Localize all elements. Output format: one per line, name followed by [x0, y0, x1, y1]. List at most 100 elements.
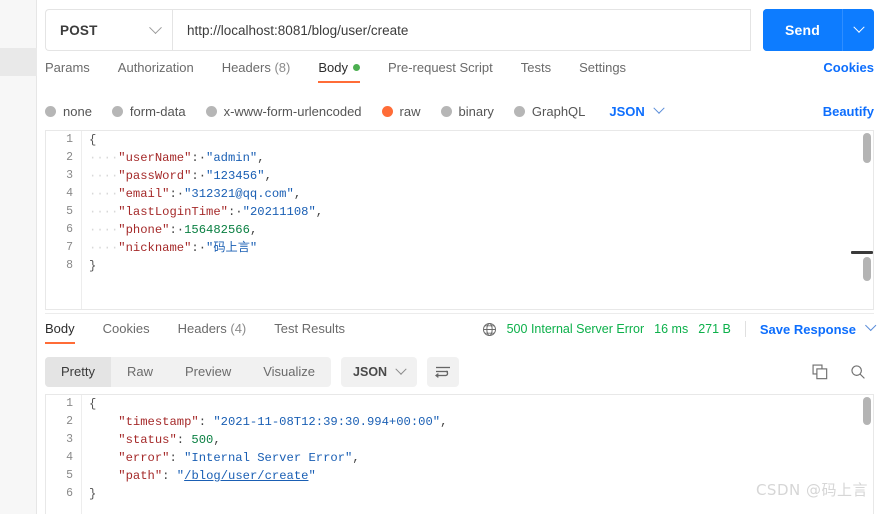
- radio-icon: [45, 105, 56, 117]
- response-code-token: [89, 469, 118, 483]
- response-editor-scroll-thumb[interactable]: [863, 397, 871, 425]
- response-code-token: "timestamp": [118, 415, 199, 429]
- response-status: 500 Internal Server Error: [506, 322, 645, 336]
- url-bar: POST http://localhost:8081/blog/user/cre…: [45, 8, 874, 52]
- response-line-number: 6: [66, 487, 73, 500]
- body-type-label: x-www-form-urlencoded: [223, 103, 362, 119]
- request-tab-tests[interactable]: Tests: [521, 60, 551, 83]
- search-icon[interactable]: [850, 364, 866, 380]
- request-tab-params[interactable]: Params: [45, 60, 90, 83]
- copy-icon[interactable]: [812, 364, 828, 380]
- body-modified-dot-icon: [352, 64, 360, 71]
- raw-format-select[interactable]: JSON: [609, 102, 665, 119]
- request-tab-headers-8[interactable]: Headers (8): [222, 60, 291, 83]
- request-tab-pre-request-script[interactable]: Pre-request Script: [388, 60, 493, 83]
- response-tabs: Body Cookies Headers (4) Test Results 500 In…: [45, 319, 877, 349]
- body-type-label: GraphQL: [531, 103, 586, 119]
- response-tab-headers-4[interactable]: Headers (4): [178, 321, 247, 344]
- response-tab-body[interactable]: Body: [45, 321, 75, 344]
- request-tab-authorization[interactable]: Authorization: [118, 60, 194, 83]
- request-code-token: "20211108": [242, 205, 316, 219]
- url-input[interactable]: http://localhost:8081/blog/user/create: [172, 9, 751, 51]
- request-code-token: ····: [89, 151, 119, 165]
- body-type-label: none: [63, 103, 92, 119]
- chevron-down-icon[interactable]: [865, 319, 877, 332]
- response-code-token: "error": [118, 451, 170, 465]
- body-type-none[interactable]: none: [45, 104, 92, 119]
- request-code-token: "userName": [118, 151, 192, 165]
- response-code-token: [89, 451, 118, 465]
- request-tab-settings[interactable]: Settings: [579, 60, 626, 83]
- url-text: http://localhost:8081/blog/user/create: [187, 22, 409, 38]
- body-type-form-data[interactable]: form-data: [111, 103, 186, 119]
- request-body-editor[interactable]: 12345678 {····"userName":·"admin", ····"p…: [45, 130, 874, 310]
- response-code-token: }: [89, 487, 97, 501]
- response-view-preview[interactable]: Preview: [169, 357, 247, 387]
- body-type-row: none form-data x-www-form-urlencoded raw bin…: [45, 98, 874, 124]
- request-code-token: ,: [249, 223, 258, 237]
- request-code-token: ,: [264, 169, 272, 183]
- response-view-raw[interactable]: Raw: [111, 357, 169, 387]
- save-response-button[interactable]: Save Response: [760, 322, 856, 337]
- response-code-token: "Internal Server Error": [184, 451, 353, 465]
- response-tab-cookies[interactable]: Cookies: [103, 321, 150, 344]
- request-code-token: ,: [257, 151, 265, 165]
- response-code-token: :: [169, 451, 185, 465]
- response-view-pretty[interactable]: Pretty: [45, 357, 111, 387]
- radio-icon: [381, 105, 393, 117]
- chevron-down-icon: [395, 363, 407, 375]
- body-type-label: binary: [458, 103, 494, 119]
- response-view-visualize[interactable]: Visualize: [247, 357, 331, 387]
- request-code-token: ····: [89, 241, 119, 255]
- body-type-raw[interactable]: raw: [381, 104, 421, 119]
- response-tab-test-results[interactable]: Test Results: [274, 321, 345, 344]
- request-code-token: :·: [169, 223, 185, 237]
- cookies-link[interactable]: Cookies: [823, 60, 874, 75]
- request-code-line: ····"userName":·"admin",: [89, 149, 859, 167]
- request-tab-body[interactable]: Body: [318, 60, 360, 83]
- request-tab-label: Headers: [221, 60, 271, 75]
- response-line-number: 1: [66, 397, 73, 410]
- response-line-number: 5: [66, 469, 73, 482]
- request-body-code[interactable]: {····"userName":·"admin", ····"passWord":…: [83, 131, 859, 309]
- send-button[interactable]: Send: [762, 9, 842, 51]
- method-select[interactable]: POST: [45, 9, 172, 51]
- body-type-x-www-form-urlencoded[interactable]: x-www-form-urlencoded: [205, 103, 362, 119]
- chevron-down-icon: [653, 102, 665, 114]
- response-body-viewer[interactable]: 1 2 3 4 5 6 { "timestamp": "2021-11-08T12:39:…: [45, 394, 874, 514]
- send-options-button[interactable]: [842, 9, 874, 51]
- meta-divider: [744, 321, 746, 337]
- request-tab-label: Params: [45, 60, 90, 75]
- body-type-binary[interactable]: binary: [440, 103, 494, 119]
- request-editor-scrollbar[interactable]: [863, 133, 871, 309]
- postman-window: POST http://localhost:8081/blog/user/cre…: [0, 0, 882, 514]
- request-code-token: 156482566: [184, 223, 250, 237]
- response-code-token: :: [162, 469, 177, 483]
- raw-format-label: JSON: [609, 103, 645, 119]
- body-type-GraphQL[interactable]: GraphQL: [513, 103, 586, 119]
- response-code-line: }: [89, 485, 859, 503]
- request-line-number: 3: [66, 169, 73, 182]
- request-editor-scroll-thumb[interactable]: [863, 133, 871, 163]
- response-code-token[interactable]: /blog/user/create: [184, 469, 308, 483]
- response-code-token: ": [308, 469, 316, 483]
- request-code-token: ,: [293, 187, 302, 201]
- request-code-token: :·: [227, 205, 243, 219]
- request-tab-label: Body: [318, 60, 348, 75]
- response-format-select[interactable]: JSON: [341, 357, 418, 387]
- response-code-token: "path": [118, 469, 163, 483]
- beautify-button[interactable]: Beautify: [823, 104, 874, 119]
- response-body-code[interactable]: { "timestamp": "2021-11-08T12:39:30.994+…: [83, 395, 859, 514]
- request-code-line: ····"passWord":·"123456",: [89, 167, 859, 185]
- wrap-lines-button[interactable]: [427, 357, 460, 387]
- editor-resize-handle[interactable]: [851, 251, 873, 254]
- request-code-token: :·: [169, 187, 185, 201]
- response-editor-scrollbar[interactable]: [863, 397, 871, 513]
- response-code-token: [89, 433, 118, 447]
- request-editor-scroll-thumb-lower[interactable]: [863, 257, 871, 281]
- response-code-line: "error": "Internal Server Error",: [89, 449, 859, 467]
- left-rail-selected-item[interactable]: [0, 48, 37, 76]
- response-line-number: 4: [66, 451, 73, 464]
- body-type-label: form-data: [129, 103, 186, 119]
- response-line-number: 2: [66, 415, 73, 428]
